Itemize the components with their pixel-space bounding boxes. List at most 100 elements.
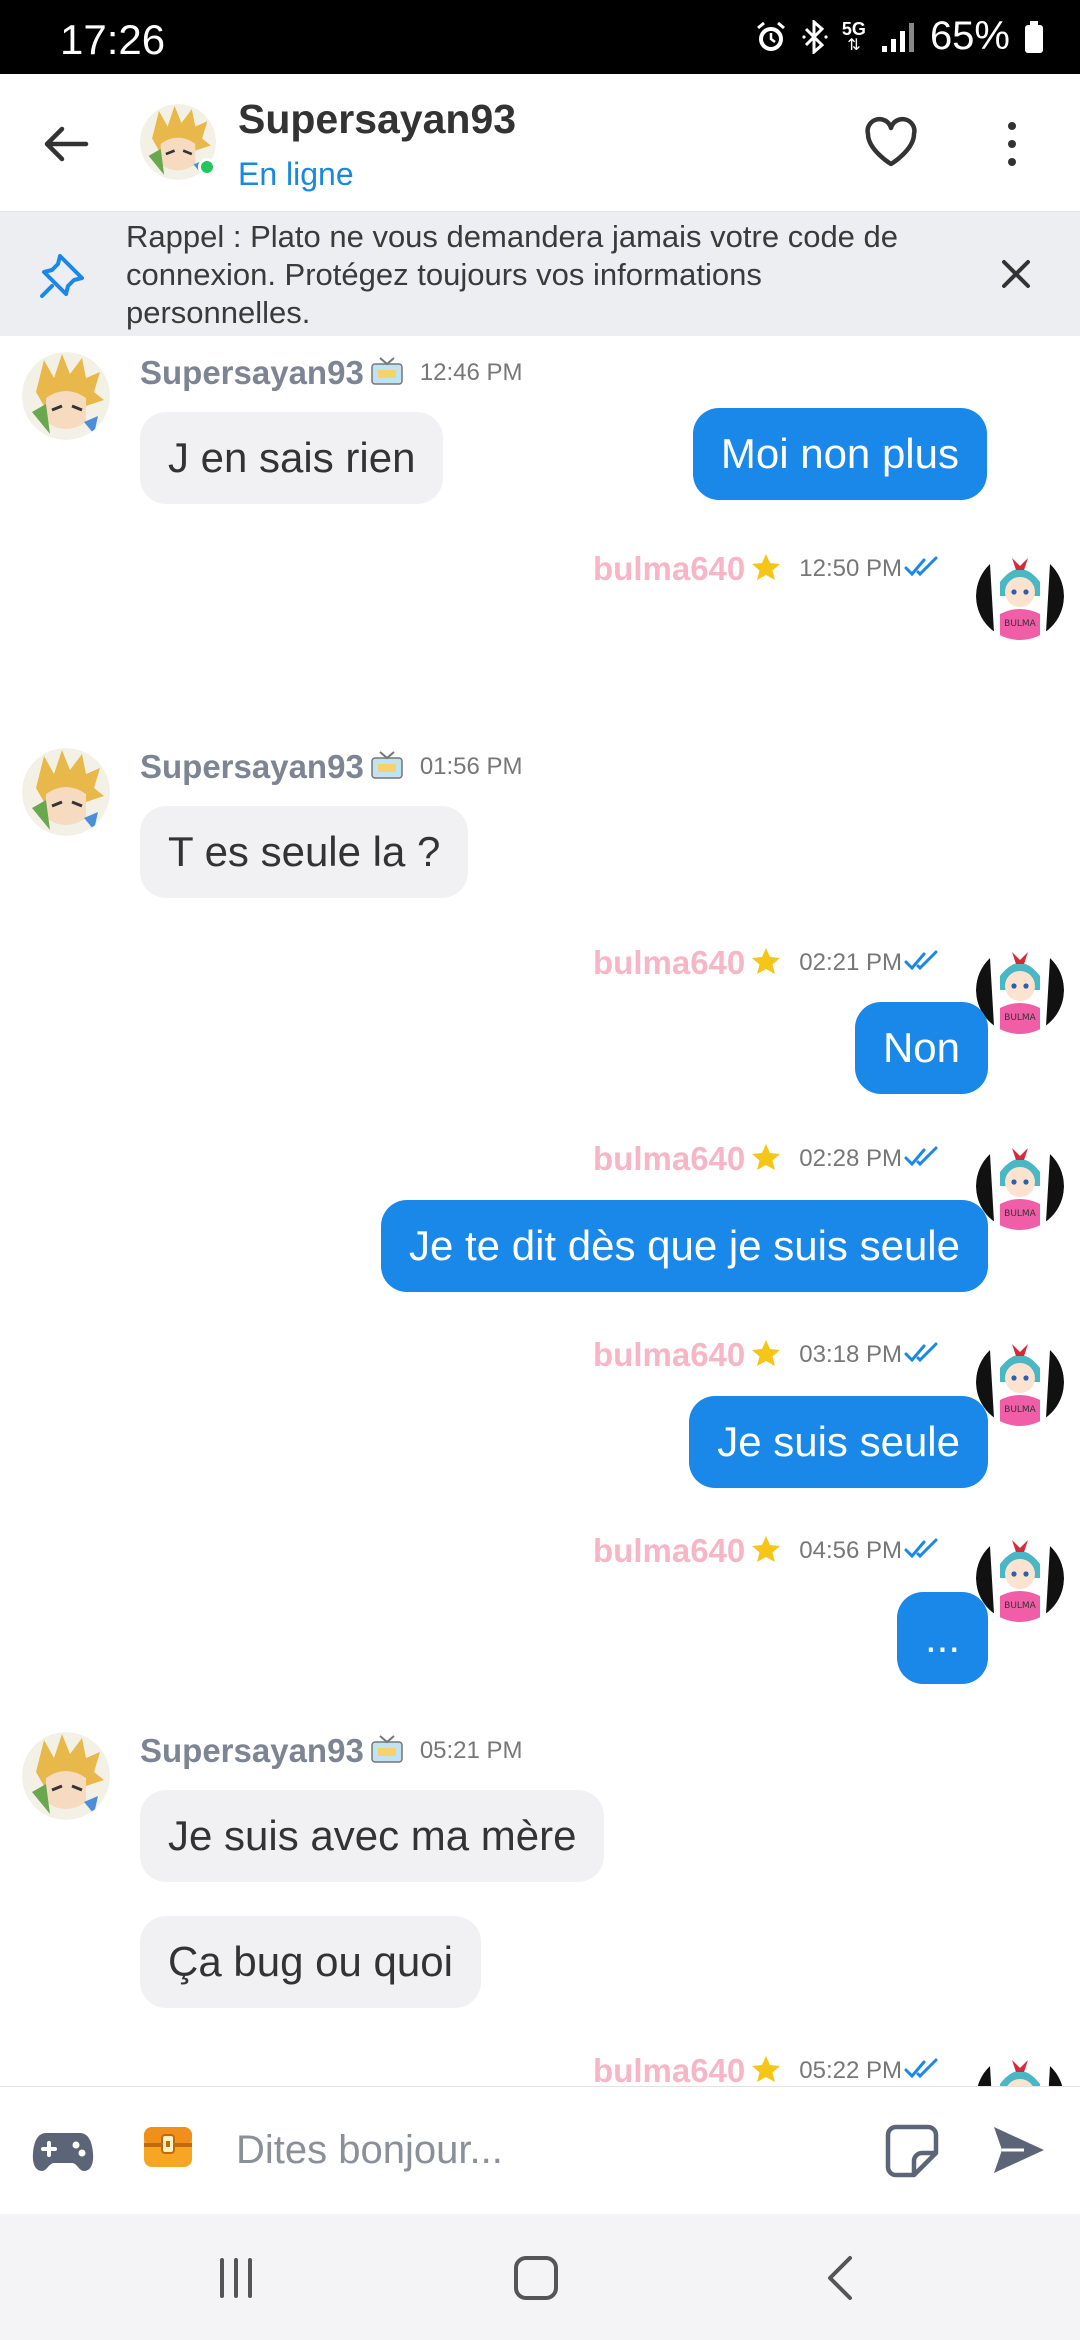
message-bubble-outgoing[interactable]: Non	[854, 1002, 988, 1094]
online-indicator	[198, 158, 216, 176]
message-bubble-incoming[interactable]: Ça bug ou quoi	[140, 1916, 481, 2008]
sender-avatar[interactable]	[22, 352, 110, 440]
message-time: 12:46 PM	[419, 359, 523, 386]
message-time: 04:56 PM	[799, 1537, 902, 1564]
message-composer	[0, 2086, 1080, 2214]
home-button[interactable]	[506, 2250, 566, 2306]
heart-icon	[865, 116, 917, 167]
message-time: 01:56 PM	[419, 753, 523, 780]
message-bubble-incoming[interactable]: T es seule la ?	[140, 806, 469, 898]
message-time: 12:50 PM	[799, 555, 902, 582]
favorite-button[interactable]	[862, 114, 920, 172]
sticker-icon	[885, 2124, 939, 2178]
my-avatar[interactable]: BULMA	[976, 1534, 1064, 1622]
security-reminder-banner: Rappel : Plato ne vous demandera jamais …	[0, 212, 1080, 336]
message-meta: bulma640 03:18 PM	[593, 1336, 944, 1374]
battery-percent: 65%	[929, 14, 1010, 58]
svg-text:BULMA: BULMA	[1004, 1209, 1037, 1219]
svg-text:BULMA: BULMA	[1004, 1405, 1037, 1415]
status-icons: 5G ⇅ 65%	[754, 14, 1044, 59]
gift-chest-button[interactable]	[140, 2117, 196, 2173]
message-bubble-outgoing[interactable]: Je suis seule	[689, 1396, 988, 1488]
sender-avatar[interactable]	[22, 1732, 110, 1820]
sender-name[interactable]: bulma640	[593, 944, 745, 982]
read-receipt-icon	[904, 1537, 944, 1566]
sender-name[interactable]: Supersayan93	[140, 1732, 364, 1770]
presence-status: En ligne	[238, 156, 354, 192]
signal-icon	[880, 20, 916, 54]
home-icon	[514, 2256, 558, 2300]
message-meta: bulma640 12:50 PM	[593, 550, 944, 588]
nav-back-button[interactable]	[812, 2250, 872, 2306]
recent-apps-button[interactable]	[206, 2250, 266, 2306]
back-button[interactable]	[36, 114, 96, 174]
close-icon	[1002, 260, 1030, 288]
status-time: 17:26	[60, 16, 166, 63]
star-badge-icon	[751, 552, 781, 587]
message-meta: bulma640 02:21 PM	[593, 944, 944, 982]
network-label: 5G	[841, 18, 866, 39]
chat-screen: 17:26 5G ⇅ 65% Supersayan93 En ligne Rap…	[0, 0, 1080, 2340]
message-time: 03:18 PM	[799, 1341, 902, 1368]
system-nav-bar	[0, 2214, 1080, 2340]
message-time: 05:22 PM	[799, 2057, 902, 2084]
sender-avatar[interactable]	[22, 748, 110, 836]
more-vertical-icon	[1008, 122, 1016, 166]
bluetooth-icon	[802, 19, 828, 54]
pin-icon	[38, 250, 88, 300]
message-input[interactable]	[236, 2117, 836, 2183]
treasure-chest-icon	[144, 2127, 192, 2167]
message-bubble-outgoing[interactable]: Moi non plus	[692, 408, 987, 500]
message-bubble-outgoing[interactable]: ...	[896, 1592, 988, 1684]
star-badge-icon	[751, 1142, 781, 1177]
sender-name[interactable]: bulma640	[593, 550, 745, 588]
message-meta: bulma640 04:56 PM	[593, 1532, 944, 1570]
message-meta: bulma640 05:22 PM	[593, 2052, 944, 2086]
message-bubble-incoming[interactable]: Je suis avec ma mère	[140, 1790, 605, 1882]
send-button[interactable]	[990, 2121, 1048, 2179]
battery-icon	[1024, 20, 1044, 54]
gamepad-icon	[32, 2133, 94, 2171]
sender-name[interactable]: bulma640	[593, 1532, 745, 1570]
sender-name[interactable]: Supersayan93	[140, 354, 364, 392]
star-badge-icon	[751, 1534, 781, 1569]
send-icon	[994, 2127, 1044, 2173]
message-bubble-outgoing[interactable]: Je te dit dès que je suis seule	[380, 1200, 988, 1292]
recent-apps-icon	[220, 2258, 252, 2298]
my-avatar[interactable]: BULMA	[976, 1338, 1064, 1426]
my-avatar[interactable]: BULMA	[976, 552, 1064, 640]
alarm-icon	[754, 20, 788, 54]
tv-badge-icon	[370, 1734, 404, 1769]
games-button[interactable]	[32, 2123, 94, 2177]
sender-name[interactable]: bulma640	[593, 1336, 745, 1374]
tv-badge-icon	[370, 356, 404, 391]
back-arrow-icon	[44, 126, 89, 162]
contact-avatar[interactable]	[140, 104, 216, 180]
sticker-button[interactable]	[882, 2121, 942, 2181]
read-receipt-icon	[904, 1145, 944, 1174]
more-options-button[interactable]	[994, 116, 1030, 172]
my-avatar[interactable]: BULMA	[976, 1142, 1064, 1230]
chat-header: Supersayan93 En ligne	[0, 74, 1080, 212]
message-bubble-incoming[interactable]: J en sais rien	[140, 412, 444, 504]
status-bar: 17:26 5G ⇅ 65%	[0, 0, 1080, 74]
network-5g-icon: 5G ⇅	[841, 18, 866, 54]
dismiss-banner-button[interactable]	[998, 256, 1034, 292]
svg-text:BULMA: BULMA	[1004, 619, 1037, 629]
svg-text:BULMA: BULMA	[1004, 1013, 1037, 1023]
read-receipt-icon	[904, 555, 944, 584]
sender-name[interactable]: bulma640	[593, 1140, 745, 1178]
sender-name[interactable]: Supersayan93	[140, 748, 364, 786]
sender-name[interactable]: bulma640	[593, 2052, 745, 2086]
message-time: 02:21 PM	[799, 949, 902, 976]
message-meta: bulma640 02:28 PM	[593, 1140, 944, 1178]
message-list[interactable]: Supersayan93 12:46 PM J en sais rien bul…	[0, 336, 1080, 2086]
star-badge-icon	[751, 1338, 781, 1373]
tv-badge-icon	[370, 750, 404, 785]
my-avatar[interactable]: BULMA	[976, 946, 1064, 1034]
read-receipt-icon	[904, 949, 944, 978]
contact-name[interactable]: Supersayan93	[238, 96, 516, 143]
my-avatar[interactable]: BULMA	[976, 2054, 1064, 2086]
read-receipt-icon	[904, 1341, 944, 1370]
message-time: 02:28 PM	[799, 1145, 902, 1172]
